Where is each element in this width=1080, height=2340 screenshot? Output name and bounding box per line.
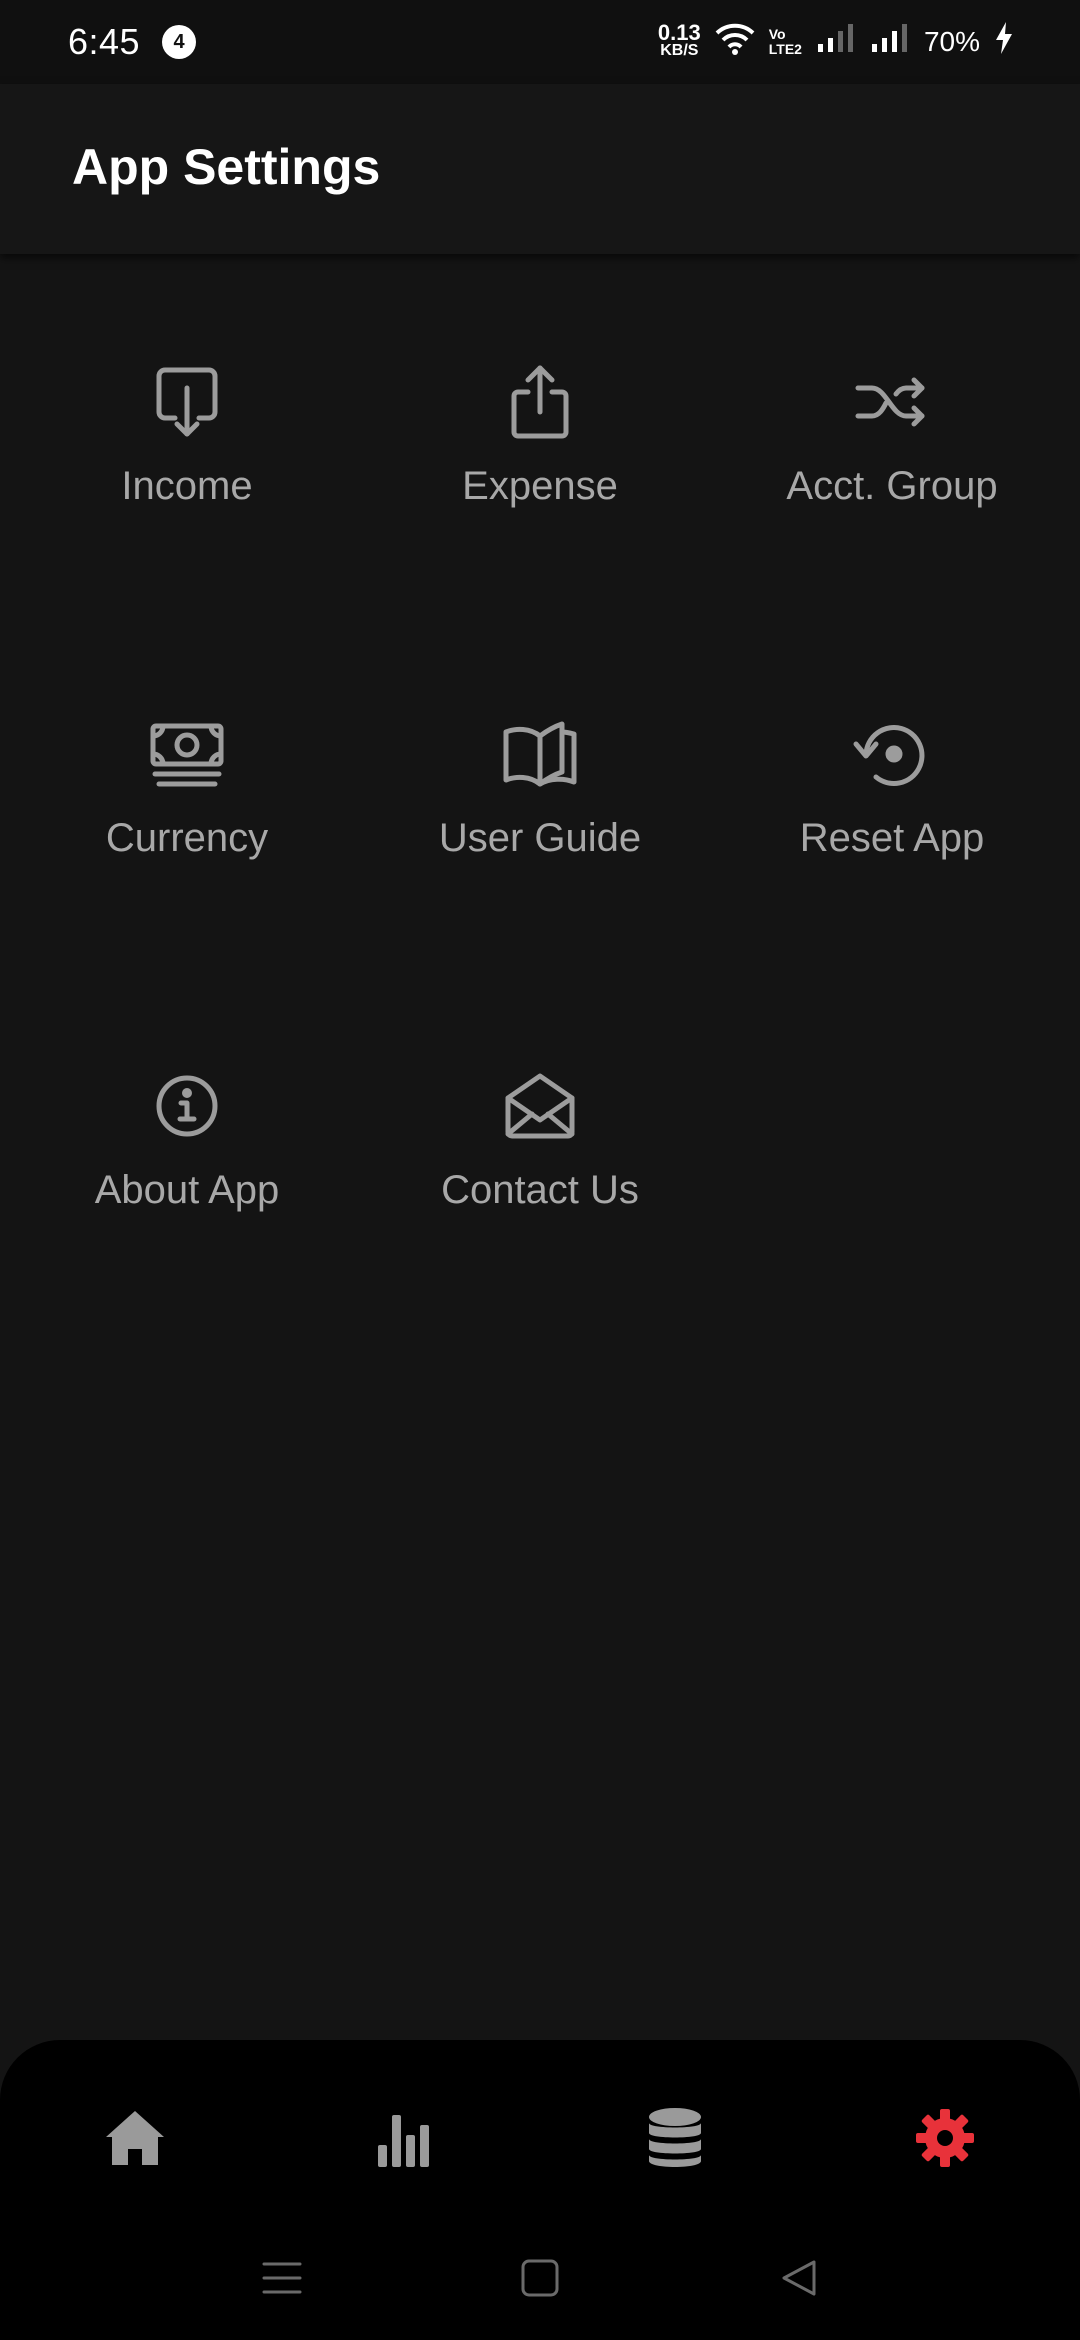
signal-sim1-icon bbox=[816, 21, 856, 63]
settings-item-user-guide[interactable]: User Guide bbox=[364, 714, 716, 914]
app-bar: App Settings bbox=[0, 84, 1080, 254]
settings-item-expense[interactable]: Expense bbox=[364, 362, 716, 562]
gear-icon bbox=[912, 2105, 978, 2176]
system-back-button[interactable] bbox=[768, 2250, 828, 2310]
back-triangle-icon bbox=[776, 2256, 820, 2305]
settings-item-acct-group[interactable]: Acct. Group bbox=[716, 362, 1068, 562]
money-bill-icon bbox=[147, 714, 227, 794]
volte-line2: LTE2 bbox=[768, 41, 802, 57]
notification-count-badge: 4 bbox=[162, 25, 197, 59]
settings-item-label: Reset App bbox=[799, 816, 985, 860]
info-icon bbox=[147, 1066, 227, 1146]
menu-lines-icon bbox=[260, 2256, 304, 2305]
settings-item-label: User Guide bbox=[438, 816, 642, 860]
battery-percent: 70% bbox=[923, 26, 980, 57]
bar-chart-icon bbox=[372, 2105, 438, 2176]
network-speed-unit: KB/S bbox=[660, 42, 699, 59]
settings-item-about-app[interactable]: About App bbox=[11, 1066, 363, 1266]
settings-item-contact-us[interactable]: Contact Us bbox=[364, 1066, 716, 1266]
nav-statistics[interactable] bbox=[365, 2100, 445, 2180]
square-icon bbox=[518, 2256, 562, 2305]
nav-home[interactable] bbox=[95, 2100, 175, 2180]
settings-item-label: About App bbox=[94, 1168, 280, 1212]
nav-settings[interactable] bbox=[905, 2100, 985, 2180]
settings-item-label: Contact Us bbox=[441, 1168, 639, 1212]
nav-accounts[interactable] bbox=[635, 2100, 715, 2180]
share-upload-icon bbox=[500, 362, 580, 442]
network-speed-value: 0.13 bbox=[657, 20, 701, 45]
volte-indicator: Vo LTE2 bbox=[769, 27, 802, 57]
page-title: App Settings bbox=[72, 139, 381, 195]
system-home-button[interactable] bbox=[510, 2250, 570, 2310]
status-bar: 6:45 4 0.13 KB/S Vo LTE2 70% bbox=[0, 0, 1080, 84]
settings-grid: Income Expense Acct. Group Currency User… bbox=[0, 254, 1080, 2034]
status-time: 6:45 bbox=[68, 21, 141, 62]
settings-item-label: Income bbox=[121, 464, 253, 508]
settings-item-label: Acct. Group bbox=[786, 464, 998, 508]
settings-item-income[interactable]: Income bbox=[11, 362, 363, 562]
open-book-icon bbox=[500, 714, 580, 794]
settings-item-reset-app[interactable]: Reset App bbox=[716, 714, 1068, 914]
database-icon bbox=[642, 2105, 708, 2176]
bottom-navigation bbox=[0, 2040, 1080, 2340]
volte-line1: Vo bbox=[768, 26, 786, 42]
system-recents-button[interactable] bbox=[252, 2250, 312, 2310]
settings-item-label: Expense bbox=[462, 464, 618, 508]
settings-item-label: Currency bbox=[105, 816, 269, 860]
network-speed: 0.13 KB/S bbox=[657, 20, 701, 60]
reset-icon bbox=[852, 714, 932, 794]
home-icon bbox=[102, 2105, 168, 2176]
signal-sim2-icon bbox=[870, 21, 910, 63]
download-tray-icon bbox=[147, 362, 227, 442]
charging-icon bbox=[994, 21, 1014, 63]
wifi-icon bbox=[715, 21, 755, 64]
shuffle-icon bbox=[852, 362, 932, 442]
settings-item-currency[interactable]: Currency bbox=[11, 714, 363, 914]
open-envelope-icon bbox=[500, 1066, 580, 1146]
